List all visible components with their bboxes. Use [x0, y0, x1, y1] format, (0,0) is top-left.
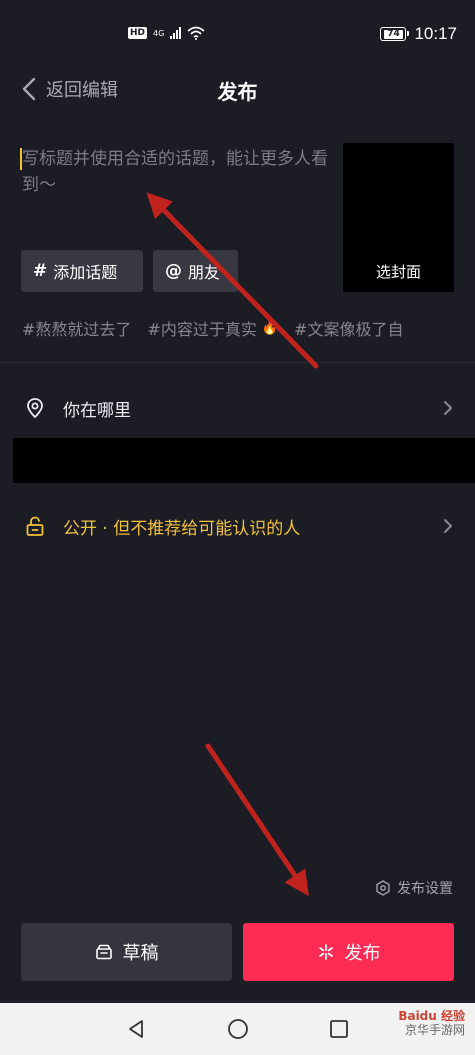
draft-label: 草稿 [122, 943, 159, 964]
unlock-icon [26, 516, 44, 536]
hashtag-suggestion[interactable]: #文案像极了自 [294, 316, 403, 340]
add-topic-label: 添加话题 [53, 263, 118, 282]
header: 发布 返回编辑 [0, 70, 475, 110]
divider [0, 362, 475, 363]
draft-button[interactable]: 草稿 [21, 923, 232, 981]
wifi-icon [187, 26, 205, 40]
status-icons: HD 4G [128, 26, 205, 40]
suggested-hashtags: #熬熬就过去了 #内容过于真实 🔥 #文案像极了自 [22, 316, 475, 340]
cover-label: 选封面 [375, 263, 421, 281]
back-button[interactable]: 返回编辑 [20, 76, 118, 102]
nav-recent-icon[interactable] [327, 1017, 351, 1041]
draft-box-icon [95, 944, 112, 960]
publish-screen: HD 4G 74 10:17 发布 返回编辑 写标题并使用合适的话题，能让更多人… [0, 0, 475, 1055]
hexagon-gear-icon [376, 880, 390, 896]
signal-icon [170, 27, 182, 39]
nav-home-icon[interactable] [226, 1017, 250, 1041]
battery-icon: 74 [380, 27, 410, 41]
caption-input[interactable]: 写标题并使用合适的话题，能让更多人看到～ [22, 146, 332, 198]
watermark-site: 京华手游网 [404, 1023, 465, 1037]
sparkle-icon [318, 944, 333, 960]
privacy-label: 公开 · 但不推荐给可能认识的人 [63, 518, 301, 539]
hashtag-suggestion-label: #内容过于真实 [147, 320, 257, 339]
location-row[interactable]: 你在哪里 [0, 382, 475, 434]
network-label: 4G [153, 28, 165, 38]
fire-icon: 🔥 [261, 320, 279, 336]
back-label: 返回编辑 [46, 80, 118, 101]
hashtag-suggestion[interactable]: #内容过于真实 🔥 [147, 316, 278, 340]
publish-button[interactable]: 发布 [243, 923, 454, 981]
hashtag-icon: # [33, 261, 48, 281]
watermark: Baidu 经验 京华手游网 [398, 1009, 465, 1037]
redacted-bar [13, 438, 475, 483]
at-icon: @ [165, 261, 182, 281]
publish-settings-link[interactable]: 发布设置 [375, 878, 453, 898]
publish-label: 发布 [344, 943, 381, 964]
hashtag-suggestion[interactable]: #熬熬就过去了 [22, 316, 131, 340]
arrow-to-publish [205, 743, 309, 897]
chevron-right-icon [444, 401, 452, 415]
nav-back-icon[interactable] [124, 1017, 148, 1041]
chevron-left-icon [22, 77, 36, 101]
location-label: 你在哪里 [63, 400, 131, 421]
watermark-brand: Baidu 经验 [398, 1009, 465, 1023]
status-bar: HD 4G 74 10:17 [0, 0, 475, 70]
clock: 10:17 [414, 24, 457, 43]
battery-level: 74 [383, 29, 403, 39]
publish-settings-label: 发布设置 [397, 881, 453, 897]
mention-friends-button[interactable]: @ 朋友 [153, 250, 238, 292]
add-topic-button[interactable]: # 添加话题 [21, 250, 143, 292]
cover-picker[interactable]: 选封面 [343, 143, 454, 292]
system-nav-bar: Baidu 经验 京华手游网 [0, 1003, 475, 1055]
status-right: 74 10:17 [380, 24, 457, 44]
mention-friends-label: 朋友 [188, 263, 221, 282]
location-pin-icon [27, 398, 43, 419]
hd-badge: HD [128, 27, 148, 39]
privacy-row[interactable]: 公开 · 但不推荐给可能认识的人 [0, 500, 475, 552]
chevron-right-icon [444, 519, 452, 533]
